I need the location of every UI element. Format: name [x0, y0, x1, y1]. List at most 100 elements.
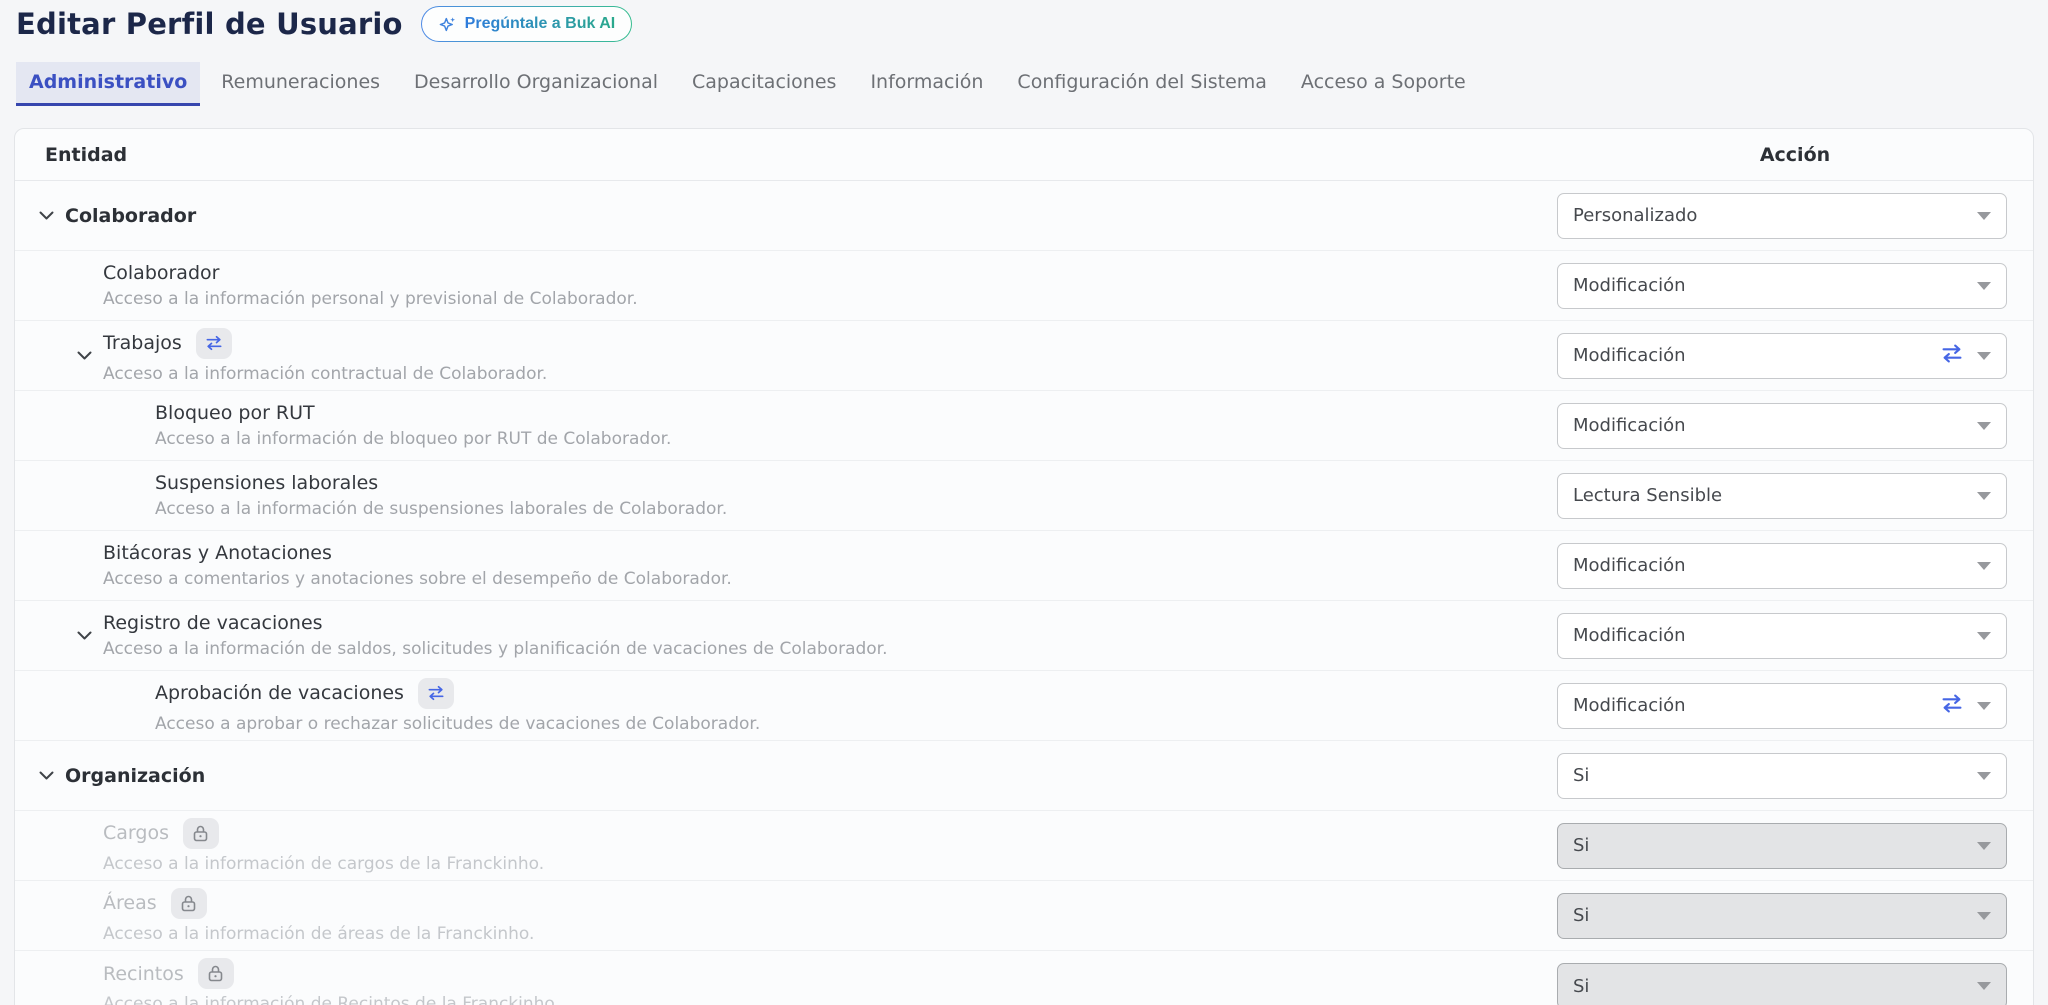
caret-down-icon: [1977, 212, 1991, 220]
caret-down-icon: [1977, 702, 1991, 710]
action-cell: Si: [1557, 963, 2033, 1005]
action-cell: Modificación: [1557, 613, 2033, 659]
entity-title: Colaborador: [103, 262, 219, 284]
table-body: Colaborador Pers: [15, 181, 2033, 1005]
entity-cell: Recintos Acceso a la información de Reci…: [15, 958, 1557, 1005]
entity-title: Suspensiones laborales: [155, 472, 378, 494]
action-cell: Si: [1557, 823, 2033, 869]
action-cell: Modificación: [1557, 543, 2033, 589]
action-select[interactable]: Modificación: [1557, 613, 2007, 659]
entity-cell: Colaborador: [15, 205, 1557, 227]
table-row: Bitácoras y Anotaciones Acceso a comenta…: [15, 531, 2033, 601]
action-select-value: Modificación: [1573, 415, 1686, 436]
action-select-value: Personalizado: [1573, 205, 1697, 226]
action-select[interactable]: Lectura Sensible: [1557, 473, 2007, 519]
tab-informaci-n[interactable]: Información: [857, 62, 996, 106]
action-cell: Lectura Sensible: [1557, 473, 2033, 519]
entity-description: Acceso a la información de suspensiones …: [155, 499, 1557, 519]
entity-title: Colaborador: [65, 205, 196, 227]
table-row: Suspensiones laborales Acceso a la infor…: [15, 461, 2033, 531]
tab-label: Acceso a Soporte: [1301, 71, 1466, 93]
lock-icon: [198, 958, 234, 989]
entity-cell: Áreas Acceso a la información de áreas d…: [15, 888, 1557, 944]
action-select-value: Si: [1573, 835, 1589, 856]
entity-cell: Colaborador Acceso a la información pers…: [15, 262, 1557, 309]
lock-icon: [183, 818, 219, 849]
action-select-value: Modificación: [1573, 695, 1686, 716]
caret-down-icon: [1977, 352, 1991, 360]
tab-label: Desarrollo Organizacional: [414, 71, 658, 93]
tab-acceso-a-soporte[interactable]: Acceso a Soporte: [1288, 62, 1479, 106]
swap-icon: [1939, 694, 1965, 718]
entity-description: Acceso a comentarios y anotaciones sobre…: [103, 569, 1557, 589]
entity-title: Recintos: [103, 963, 184, 985]
caret-down-icon: [1977, 982, 1991, 990]
chevron-down-icon[interactable]: [39, 208, 55, 224]
entity-cell: Bitácoras y Anotaciones Acceso a comenta…: [15, 542, 1557, 589]
entity-description: Acceso a la información de Recintos de l…: [103, 994, 1557, 1005]
tab-label: Información: [870, 71, 983, 93]
entity-cell: Cargos Acceso a la información de cargos…: [15, 818, 1557, 874]
entity-title: Áreas: [103, 892, 157, 914]
tab-label: Configuración del Sistema: [1017, 71, 1267, 93]
entity-cell: Organización: [15, 765, 1557, 787]
caret-down-icon: [1977, 282, 1991, 290]
action-cell: Modificación: [1557, 263, 2033, 309]
entity-cell: Bloqueo por RUT Acceso a la información …: [15, 402, 1557, 449]
chevron-down-icon[interactable]: [77, 628, 93, 644]
entity-description: Acceso a la información personal y previ…: [103, 289, 1557, 309]
action-select[interactable]: Modificación: [1557, 543, 2007, 589]
caret-down-icon: [1977, 912, 1991, 920]
ask-buk-ai-button[interactable]: Pregúntale a Buk AI: [421, 6, 633, 42]
action-select[interactable]: Personalizado: [1557, 193, 2007, 239]
tab-label: Capacitaciones: [692, 71, 836, 93]
tab-capacitaciones[interactable]: Capacitaciones: [679, 62, 849, 106]
entity-cell: Trabajos Acceso a la información contrac…: [15, 328, 1557, 384]
entity-cell: Suspensiones laborales Acceso a la infor…: [15, 472, 1557, 519]
table-row: Recintos Acceso a la información de Reci…: [15, 951, 2033, 1005]
entity-description: Acceso a la información de bloqueo por R…: [155, 429, 1557, 449]
tab-configuraci-n-del-sistema[interactable]: Configuración del Sistema: [1004, 62, 1280, 106]
action-select[interactable]: Modificación: [1557, 683, 2007, 729]
action-column-header: Acción: [1557, 144, 2033, 166]
action-select[interactable]: Modificación: [1557, 333, 2007, 379]
caret-down-icon: [1977, 632, 1991, 640]
action-select: Si: [1557, 823, 2007, 869]
table-row: Trabajos Acceso a la información contrac…: [15, 321, 2033, 391]
table-row: Bloqueo por RUT Acceso a la información …: [15, 391, 2033, 461]
page-header: Editar Perfil de Usuario Pregúntale a Bu…: [0, 0, 2048, 42]
action-select: Si: [1557, 963, 2007, 1005]
action-cell: Modificación: [1557, 683, 2033, 729]
chevron-down-icon[interactable]: [39, 768, 55, 784]
chevron-down-icon[interactable]: [77, 348, 93, 364]
action-select[interactable]: Modificación: [1557, 263, 2007, 309]
action-cell: Modificación: [1557, 333, 2033, 379]
swap-icon: [1939, 344, 1965, 368]
tab-desarrollo-organizacional[interactable]: Desarrollo Organizacional: [401, 62, 671, 106]
entity-cell: Aprobación de vacaciones Acceso a aproba…: [15, 678, 1557, 734]
caret-down-icon: [1977, 842, 1991, 850]
caret-down-icon: [1977, 562, 1991, 570]
tab-remuneraciones[interactable]: Remuneraciones: [208, 62, 393, 106]
ask-buk-ai-label: Pregúntale a Buk AI: [465, 15, 616, 33]
entity-title: Bitácoras y Anotaciones: [103, 542, 332, 564]
tab-administrativo[interactable]: Administrativo: [16, 62, 200, 106]
table-row: Cargos Acceso a la información de cargos…: [15, 811, 2033, 881]
permissions-card: Entidad Acción Colaborador: [14, 128, 2034, 1005]
action-select[interactable]: Si: [1557, 753, 2007, 799]
entity-cell: Registro de vacaciones Acceso a la infor…: [15, 612, 1557, 659]
entity-column-header: Entidad: [15, 144, 1557, 166]
entity-description: Acceso a la información de saldos, solic…: [103, 639, 1557, 659]
entity-description: Acceso a aprobar o rechazar solicitudes …: [155, 714, 1557, 734]
table-row: Colaborador Pers: [15, 181, 2033, 251]
swap-badge-icon: [418, 678, 454, 709]
entity-title: Trabajos: [103, 332, 182, 354]
action-select[interactable]: Modificación: [1557, 403, 2007, 449]
action-cell: Modificación: [1557, 403, 2033, 449]
entity-title: Cargos: [103, 822, 169, 844]
caret-down-icon: [1977, 492, 1991, 500]
action-cell: Personalizado: [1557, 193, 2033, 239]
action-cell: Si: [1557, 893, 2033, 939]
lock-icon: [171, 888, 207, 919]
tab-label: Remuneraciones: [221, 71, 380, 93]
